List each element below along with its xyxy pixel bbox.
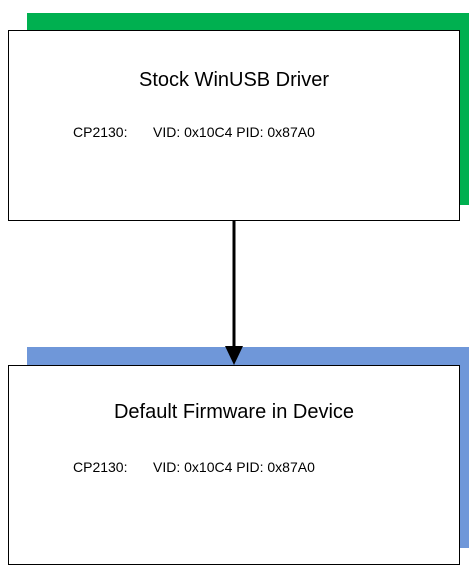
connector-arrow-head	[225, 346, 243, 365]
connector-arrow	[225, 221, 243, 365]
